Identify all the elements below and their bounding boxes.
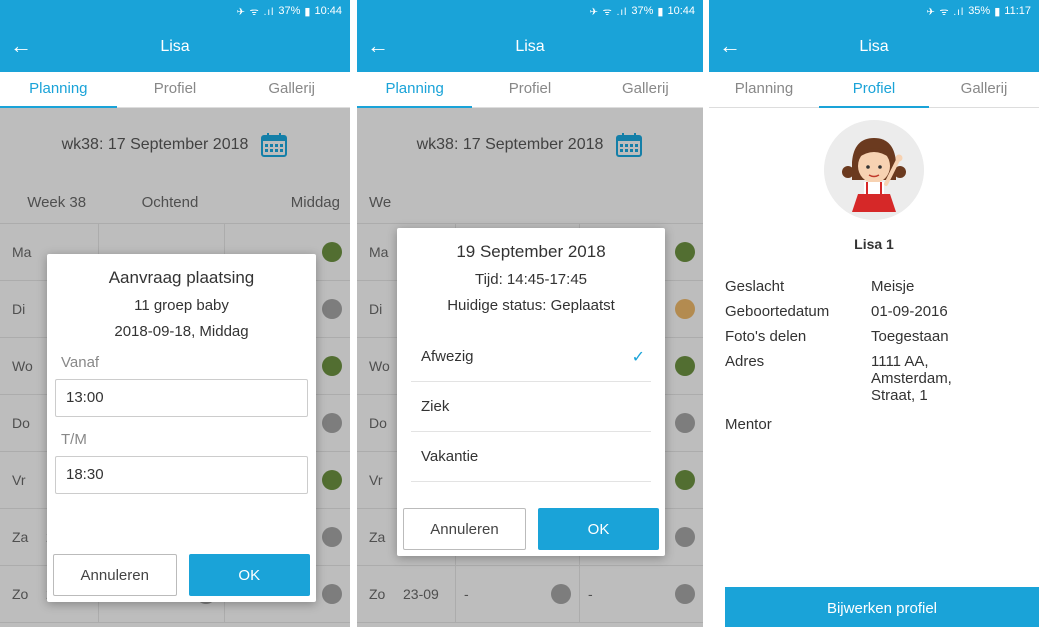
dialog-group: 11 groep baby [134, 297, 229, 314]
app-bar: ← Lisa [357, 22, 703, 72]
dialog-time: Tijd: 14:45-17:45 [474, 271, 588, 288]
status-bar: ✈ ᯤ .ıl 37% ▮ 10:44 [0, 0, 350, 22]
tab-gallerij[interactable]: Gallerij [233, 72, 350, 107]
update-profile-button[interactable]: Bijwerken profiel [725, 587, 1039, 627]
option-vakantie[interactable]: Vakantie [411, 432, 651, 482]
to-time-input[interactable]: 18:30 [55, 456, 308, 494]
option-afwezig[interactable]: Afwezig ✓ [411, 332, 651, 382]
dialog-buttons: Annuleren OK [403, 508, 659, 550]
field-mentor: Mentor [725, 416, 772, 433]
avatar [824, 120, 924, 220]
dialog-title: Aanvraag plaatsing [108, 268, 255, 287]
battery-level: 37% [278, 5, 301, 17]
planning-screen-status: ✈ ᯤ .ıl 37% ▮ 10:44 ← Lisa Planning Prof… [357, 0, 703, 627]
dialog-slot: 2018-09-18, Middag [114, 323, 249, 340]
profile-screen: ✈ ᯤ .ıl 35% ▮ 11:17 ← Lisa Planning Prof… [709, 0, 1039, 627]
battery-icon: ▮ [994, 5, 1001, 18]
dialog-date: 19 September 2018 [456, 242, 606, 261]
placement-request-dialog: Aanvraag plaatsing 11 groep baby 2018-09… [47, 254, 316, 602]
dialog-buttons: Annuleren OK [53, 554, 310, 596]
back-arrow-icon[interactable]: ← [367, 34, 389, 58]
from-time-input[interactable]: 13:00 [55, 379, 308, 417]
clock: 10:44 [667, 5, 695, 17]
planning-screen-request: ✈ ᯤ .ıl 37% ▮ 10:44 ← Lisa Planning Prof… [0, 0, 350, 627]
tab-gallerij[interactable]: Gallerij [588, 72, 703, 107]
app-bar: ← Lisa [0, 22, 350, 72]
tab-bar: Planning Profiel Gallerij [709, 72, 1039, 108]
battery-icon: ▮ [304, 5, 311, 18]
from-label: Vanaf [61, 354, 100, 371]
signal-icons: ✈ ᯤ .ıl [236, 7, 275, 18]
field-gender: Geslacht Meisje [725, 278, 915, 295]
field-address: Adres 1111 AA, Amsterdam, Straat, 1 [725, 353, 952, 404]
tab-profiel[interactable]: Profiel [819, 72, 929, 108]
option-ziek[interactable]: Ziek [411, 382, 651, 432]
page-title: Lisa [515, 38, 545, 55]
cancel-button[interactable]: Annuleren [403, 508, 526, 550]
page-title: Lisa [859, 38, 889, 55]
cancel-button[interactable]: Annuleren [53, 554, 177, 596]
ok-button[interactable]: OK [188, 554, 310, 596]
tab-gallerij[interactable]: Gallerij [929, 72, 1039, 107]
back-arrow-icon[interactable]: ← [719, 34, 741, 58]
clock: 11:17 [1004, 5, 1031, 17]
status-change-dialog: 19 September 2018 Tijd: 14:45-17:45 Huid… [397, 228, 665, 556]
ok-button[interactable]: OK [538, 508, 659, 550]
clock: 10:44 [314, 5, 342, 17]
planning-content: wk38: 17 September 2018 Week 38 Ochtend … [0, 108, 350, 627]
tab-profiel[interactable]: Profiel [472, 72, 587, 107]
signal-icons: ✈ ᯤ .ıl [589, 7, 628, 18]
status-bar: ✈ ᯤ .ıl 35% ▮ 11:17 [709, 0, 1039, 22]
back-arrow-icon[interactable]: ← [10, 34, 32, 58]
child-name: Lisa 1 [854, 236, 894, 252]
profile-content: Lisa 1 Geslacht Meisje Geboortedatum 01-09… [709, 120, 1039, 627]
field-photo-sharing: Foto's delen Toegestaan [725, 328, 949, 345]
tab-planning[interactable]: Planning [709, 72, 819, 107]
battery-level: 37% [631, 5, 654, 17]
planning-content: wk38: 17 September 2018 We Ma Di Wo Do V… [357, 108, 703, 627]
tab-bar: Planning Profiel Gallerij [0, 72, 350, 108]
to-label: T/M [61, 431, 87, 448]
girl-avatar-icon [824, 120, 924, 220]
status-bar: ✈ ᯤ .ıl 37% ▮ 10:44 [357, 0, 703, 22]
battery-icon: ▮ [657, 5, 664, 18]
signal-icons: ✈ ᯤ .ıl [926, 7, 965, 18]
tab-bar: Planning Profiel Gallerij [357, 72, 703, 108]
battery-level: 35% [968, 5, 991, 17]
field-birthdate: Geboortedatum 01-09-2016 [725, 303, 948, 320]
tab-planning[interactable]: Planning [357, 72, 473, 108]
checkmark-icon: ✓ [631, 348, 645, 366]
tab-profiel[interactable]: Profiel [117, 72, 234, 107]
page-title: Lisa [160, 38, 190, 55]
app-bar: ← Lisa [709, 22, 1039, 72]
tab-planning[interactable]: Planning [0, 72, 117, 108]
dialog-status: Huidige status: Geplaatst [447, 297, 615, 314]
